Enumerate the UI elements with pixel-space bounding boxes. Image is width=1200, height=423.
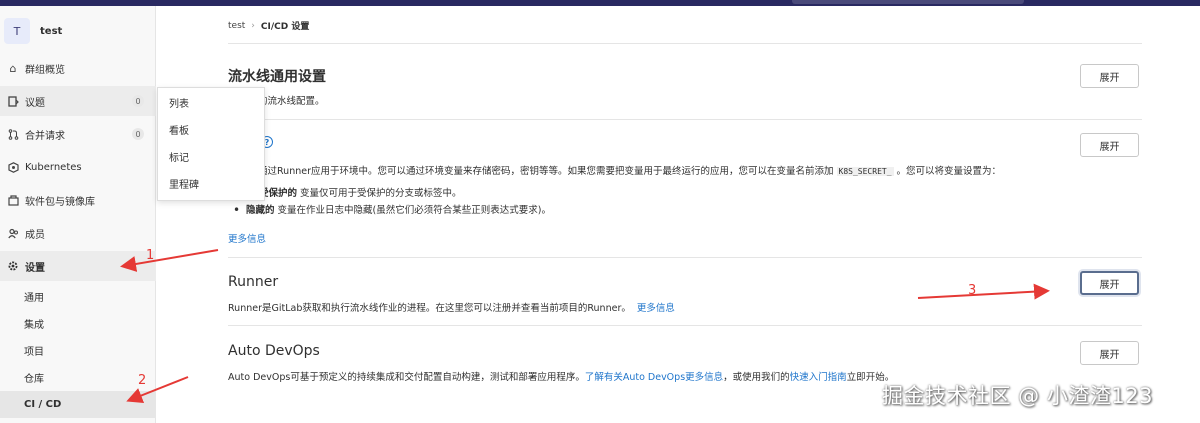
breadcrumb-divider [228,43,1142,44]
flyout-item-milestones[interactable]: 里程碑 [158,170,264,197]
variables-more-link[interactable]: 更多信息 [228,231,266,245]
autodevops-desc-mid: ，或使用我们的 [723,372,790,383]
chevron-right-icon: › [251,20,255,31]
sidebar-item-label: 软件包与镜像库 [25,196,95,208]
variables-desc: 通过Runner应用于环境中。您可以通过环境变量来存储密码，密钥等等。如果您需要… [258,163,1001,177]
sidebar-item-packages[interactable]: 软件包与镜像库 [0,185,156,215]
autodevops-learn-more-link[interactable]: 了解有关Auto DevOps更多信息 [585,372,723,383]
section-divider [228,325,1142,326]
sidebar-item-label: 设置 [25,262,45,274]
autodevops-desc: Auto DevOps可基于预定义的持续集成和交付配置自动构建，测试和部署应用程… [228,369,894,383]
bullet-text: 变量仅可用于受保护的分支或标签中。 [297,188,462,199]
flyout-item-board[interactable]: 看板 [158,116,264,143]
issues-icon [7,95,19,107]
settings-sub-integrations[interactable]: 集成 [0,310,156,337]
merge-request-icon [7,128,19,140]
breadcrumb-root[interactable]: test [228,21,245,31]
autodevops-desc-prefix: Auto DevOps可基于预定义的持续集成和交付配置自动构建，测试和部署应用程… [228,372,585,383]
general-pipelines-desc: 的流水线配置。 [258,96,325,107]
sidebar-item-overview[interactable]: ⌂ 群组概览 [0,53,156,83]
merge-requests-count-badge: 0 [132,128,144,140]
breadcrumb-current[interactable]: CI/CD 设置 [261,19,309,32]
users-icon [7,227,19,239]
breadcrumb: test › CI/CD 设置 [228,19,309,33]
autodevops-title: Auto DevOps [228,343,320,359]
quick-start-guide-link[interactable]: 快速入门指南 [790,372,847,383]
sidebar-item-label: 成员 [25,229,45,241]
sidebar-item-kubernetes[interactable]: Kubernetes [0,152,156,182]
sidebar-item-settings[interactable]: 设置 [0,251,156,281]
sidebar-item-label: 合并请求 [25,130,65,142]
issues-count-badge: 0 [132,95,144,107]
issues-flyout-menu: 列表 看板 标记 里程碑 [157,87,265,201]
runner-expand-button[interactable]: 展开 [1080,271,1139,295]
sidebar-item-members[interactable]: 成员 [0,218,156,248]
sidebar-item-issues[interactable]: 议题 0 [0,86,156,116]
general-expand-button[interactable]: 展开 [1080,64,1139,88]
sidebar-item-label: 议题 [25,97,45,109]
section-divider [228,119,1142,120]
list-item: 受保护的 变量仅可用于受保护的分支或标签中。 [228,185,551,202]
annotation-arrow-3 [917,283,1050,300]
annotation-overlay: 1 2 3 [120,248,1050,404]
settings-sub-projects[interactable]: 项目 [0,337,156,364]
variables-desc-prefix: 通过Runner应用于环境中。您可以通过环境变量来存储密码，密钥等等。如果您需要… [258,166,834,177]
general-pipelines-title: 流水线通用设置 [228,69,326,85]
list-item: 隐藏的 变量在作业日志中隐藏(虽然它们必须符合某些正则表达式要求)。 [228,202,551,219]
settings-sub-general[interactable]: 通用 [0,283,156,310]
variables-list: 受保护的 变量仅可用于受保护的分支或标签中。 隐藏的 变量在作业日志中隐藏(虽然… [228,185,551,219]
section-divider [228,257,1142,258]
gear-icon [7,260,19,272]
variables-code: K8S_SECRET_ [836,167,894,176]
sidebar-item-label: 群组概览 [25,64,65,76]
package-icon [7,194,19,206]
autodevops-expand-button[interactable]: 展开 [1080,341,1139,365]
top-navbar [0,0,1200,6]
watermark: 掘金技术社区 @ 小渣渣123 [882,384,1153,408]
group-avatar: T [4,18,30,44]
variables-desc-suffix: 。您可以将变量设置为： [896,166,1002,177]
bullet-strong: 隐藏的 [246,205,275,216]
kubernetes-icon [7,161,19,173]
runner-desc: Runner是GitLab获取和执行流水线作业的进程。在这里您可以注册并查看当前… [228,300,675,314]
home-icon: ⌂ [9,61,17,75]
flyout-item-labels[interactable]: 标记 [158,143,264,170]
annotation-label-3: 3 [968,283,976,298]
runner-title: Runner [228,274,279,290]
settings-sub-cicd[interactable]: CI / CD [0,391,156,418]
variables-expand-button[interactable]: 展开 [1080,133,1139,157]
search-bar[interactable] [792,0,1024,4]
sidebar-item-merge-requests[interactable]: 合并请求 0 [0,119,156,149]
runner-desc-text: Runner是GitLab获取和执行流水线作业的进程。在这里您可以注册并查看当前… [228,303,631,314]
sidebar-item-label: Kubernetes [25,161,82,173]
flyout-item-list[interactable]: 列表 [158,89,264,116]
group-name: test [40,25,63,37]
settings-sub-repository[interactable]: 仓库 [0,364,156,391]
group-header[interactable]: T test [0,14,156,48]
runner-more-link[interactable]: 更多信息 [637,303,675,314]
bullet-text: 变量在作业日志中隐藏(虽然它们必须符合某些正则表达式要求)。 [274,205,551,216]
